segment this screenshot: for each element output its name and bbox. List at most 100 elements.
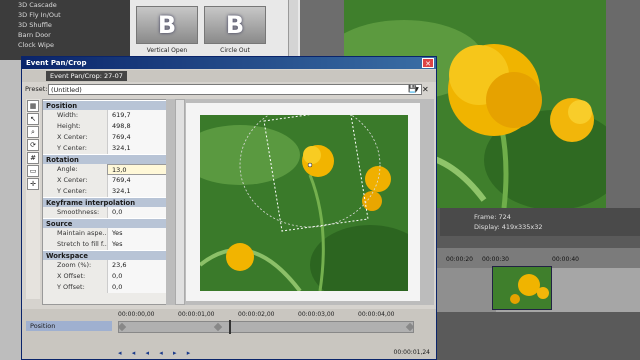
prop-key: X Center:: [57, 133, 88, 141]
keyframe-marker[interactable]: [405, 322, 415, 332]
prop-value[interactable]: 23,6: [107, 260, 173, 271]
prop-zoom[interactable]: Zoom (%): 23,6: [43, 260, 173, 271]
transition-thumb-vertical-open[interactable]: B: [136, 6, 198, 44]
prop-key: Maintain aspe...: [57, 229, 107, 237]
timeline-clip[interactable]: [492, 266, 552, 310]
transition-item[interactable]: Clock Wipe: [0, 40, 130, 50]
prop-value[interactable]: 324,1: [107, 186, 173, 197]
keyframe-tick: 00:00:04,00: [358, 311, 395, 318]
keyframe-lane-label[interactable]: Position: [26, 321, 112, 331]
zoom-tool-icon[interactable]: ⌕: [27, 126, 39, 138]
prop-value[interactable]: 498,8: [107, 121, 173, 132]
transition-thumb-label: Circle Out: [220, 47, 250, 54]
section-keyframe-interpolation[interactable]: Keyframe interpolation: [43, 197, 173, 207]
dialog-title: Event Pan/Crop: [26, 59, 87, 67]
prop-stretch-to-fill[interactable]: Stretch to fill f... Yes: [43, 239, 173, 250]
keyframe-timeline: 00:00:00,00 00:00:01,00 00:00:02,00 00:0…: [22, 309, 436, 359]
keyframe-tick: 00:00:00,00: [118, 311, 155, 318]
transition-thumb-label: Vertical Open: [146, 47, 188, 54]
prop-value[interactable]: 0,0: [107, 207, 173, 218]
timeline-track-shade: [436, 268, 496, 312]
show-properties-icon[interactable]: ▦: [27, 100, 39, 112]
prop-key: Zoom (%):: [57, 261, 92, 269]
display-label: Display:: [474, 223, 500, 231]
frame-label: Frame:: [474, 213, 497, 221]
timeline-tick: 00:00:30: [482, 256, 509, 263]
pan-crop-workspace[interactable]: [166, 99, 434, 305]
left-dock: [0, 60, 22, 360]
keyframe-transport-controls[interactable]: ◂ ◂ ◂ ◂ ▸ ▸: [118, 349, 238, 359]
preset-row: Preset: (Untitled) ▼ 💾 ✕: [22, 83, 436, 97]
properties-scrollbar[interactable]: [175, 99, 185, 305]
transitions-list: 3D Cascade 3D Fly In/Out 3D Shuffle Barn…: [0, 0, 130, 60]
prop-y-center[interactable]: Y Center: 324,1: [43, 143, 173, 154]
timeline-ruler[interactable]: 00:00:20 00:00:30 00:00:40: [436, 248, 640, 268]
prop-value[interactable]: 769,4: [107, 132, 173, 143]
prop-key: X Center:: [57, 176, 88, 184]
enable-rotation-icon[interactable]: ⟳: [27, 139, 39, 151]
prop-value[interactable]: 0,0: [107, 271, 173, 282]
transition-thumbnails: B Vertical Open B Circle Out: [130, 0, 300, 60]
scale-about-center-icon[interactable]: ✛: [27, 178, 39, 190]
section-rotation[interactable]: Rotation: [43, 154, 173, 164]
timeline-tick: 00:00:40: [552, 256, 579, 263]
timeline-tick: 00:00:20: [446, 256, 473, 263]
transition-item[interactable]: 3D Fly In/Out: [0, 10, 130, 20]
prop-value[interactable]: Yes: [107, 239, 173, 250]
prop-angle[interactable]: Angle: 13,0: [43, 164, 173, 175]
keyframe-marker[interactable]: [213, 322, 223, 332]
keyframe-lane[interactable]: [117, 320, 415, 334]
prop-key: Smoothness:: [57, 208, 100, 216]
tab-event-pan-crop[interactable]: Event Pan/Crop: 27-07: [46, 71, 127, 81]
prop-value[interactable]: 619,7: [107, 110, 173, 121]
lock-aspect-icon[interactable]: ▭: [27, 165, 39, 177]
transition-item[interactable]: 3D Cascade: [0, 0, 130, 10]
transition-item[interactable]: Barn Door: [0, 30, 130, 40]
prop-height[interactable]: Height: 498,8: [43, 121, 173, 132]
preset-select[interactable]: (Untitled) ▼: [48, 84, 422, 95]
preview-info: Frame: 724 Display: 419x335x32: [440, 208, 640, 236]
prop-x-center[interactable]: X Center: 769,4: [43, 132, 173, 143]
timeline-footer: [436, 312, 640, 360]
playhead[interactable]: [229, 320, 231, 334]
source-image-flowers: [200, 115, 408, 291]
thumbnail-scrollbar[interactable]: [288, 0, 298, 58]
delete-preset-icon[interactable]: ✕: [422, 85, 432, 95]
keyframe-marker[interactable]: [117, 322, 127, 332]
prop-value[interactable]: 769,4: [107, 175, 173, 186]
keyframe-ruler[interactable]: 00:00:00,00 00:00:01,00 00:00:02,00 00:0…: [118, 309, 436, 321]
prop-maintain-aspect[interactable]: Maintain aspe... Yes: [43, 228, 173, 239]
prop-rot-y-center[interactable]: Y Center: 324,1: [43, 186, 173, 197]
source-image[interactable]: [200, 115, 408, 291]
normal-edit-tool-icon[interactable]: ↖: [27, 113, 39, 125]
transition-item[interactable]: 3D Shuffle: [0, 20, 130, 30]
prop-rot-x-center[interactable]: X Center: 769,4: [43, 175, 173, 186]
tool-strip: ▦ ↖ ⌕ ⟳ # ▭ ✛: [26, 99, 40, 299]
prop-value[interactable]: 324,1: [107, 143, 173, 154]
preview-side-panel: [606, 0, 640, 208]
prop-value[interactable]: Yes: [107, 228, 173, 239]
keyframe-tick: 00:00:01,00: [178, 311, 215, 318]
prop-value[interactable]: 13,0: [107, 164, 173, 175]
display-value: 419x335x32: [501, 223, 543, 231]
snap-grid-icon[interactable]: #: [27, 152, 39, 164]
prop-width[interactable]: Width: 619,7: [43, 110, 173, 121]
preset-value: (Untitled): [51, 86, 82, 94]
prop-y-offset[interactable]: Y Offset: 0,0: [43, 282, 173, 293]
section-position[interactable]: Position: [43, 100, 173, 110]
prop-key: Height:: [57, 122, 81, 130]
frame-value: 724: [498, 213, 511, 221]
section-source[interactable]: Source: [43, 218, 173, 228]
prop-x-offset[interactable]: X Offset: 0,0: [43, 271, 173, 282]
transition-thumb-circle-out[interactable]: B: [204, 6, 266, 44]
prop-value[interactable]: 0,0: [107, 282, 173, 293]
close-button[interactable]: ✕: [422, 58, 434, 68]
prop-key: Width:: [57, 111, 79, 119]
section-workspace[interactable]: Workspace: [43, 250, 173, 260]
save-preset-icon[interactable]: 💾: [408, 85, 418, 95]
dialog-tab-row: Event Pan/Crop: 27-07: [22, 70, 436, 82]
prop-smoothness[interactable]: Smoothness: 0,0: [43, 207, 173, 218]
prop-key: Y Offset:: [57, 283, 85, 291]
dialog-titlebar[interactable]: Event Pan/Crop ✕: [22, 57, 436, 69]
prop-key: Stretch to fill f...: [57, 240, 107, 248]
